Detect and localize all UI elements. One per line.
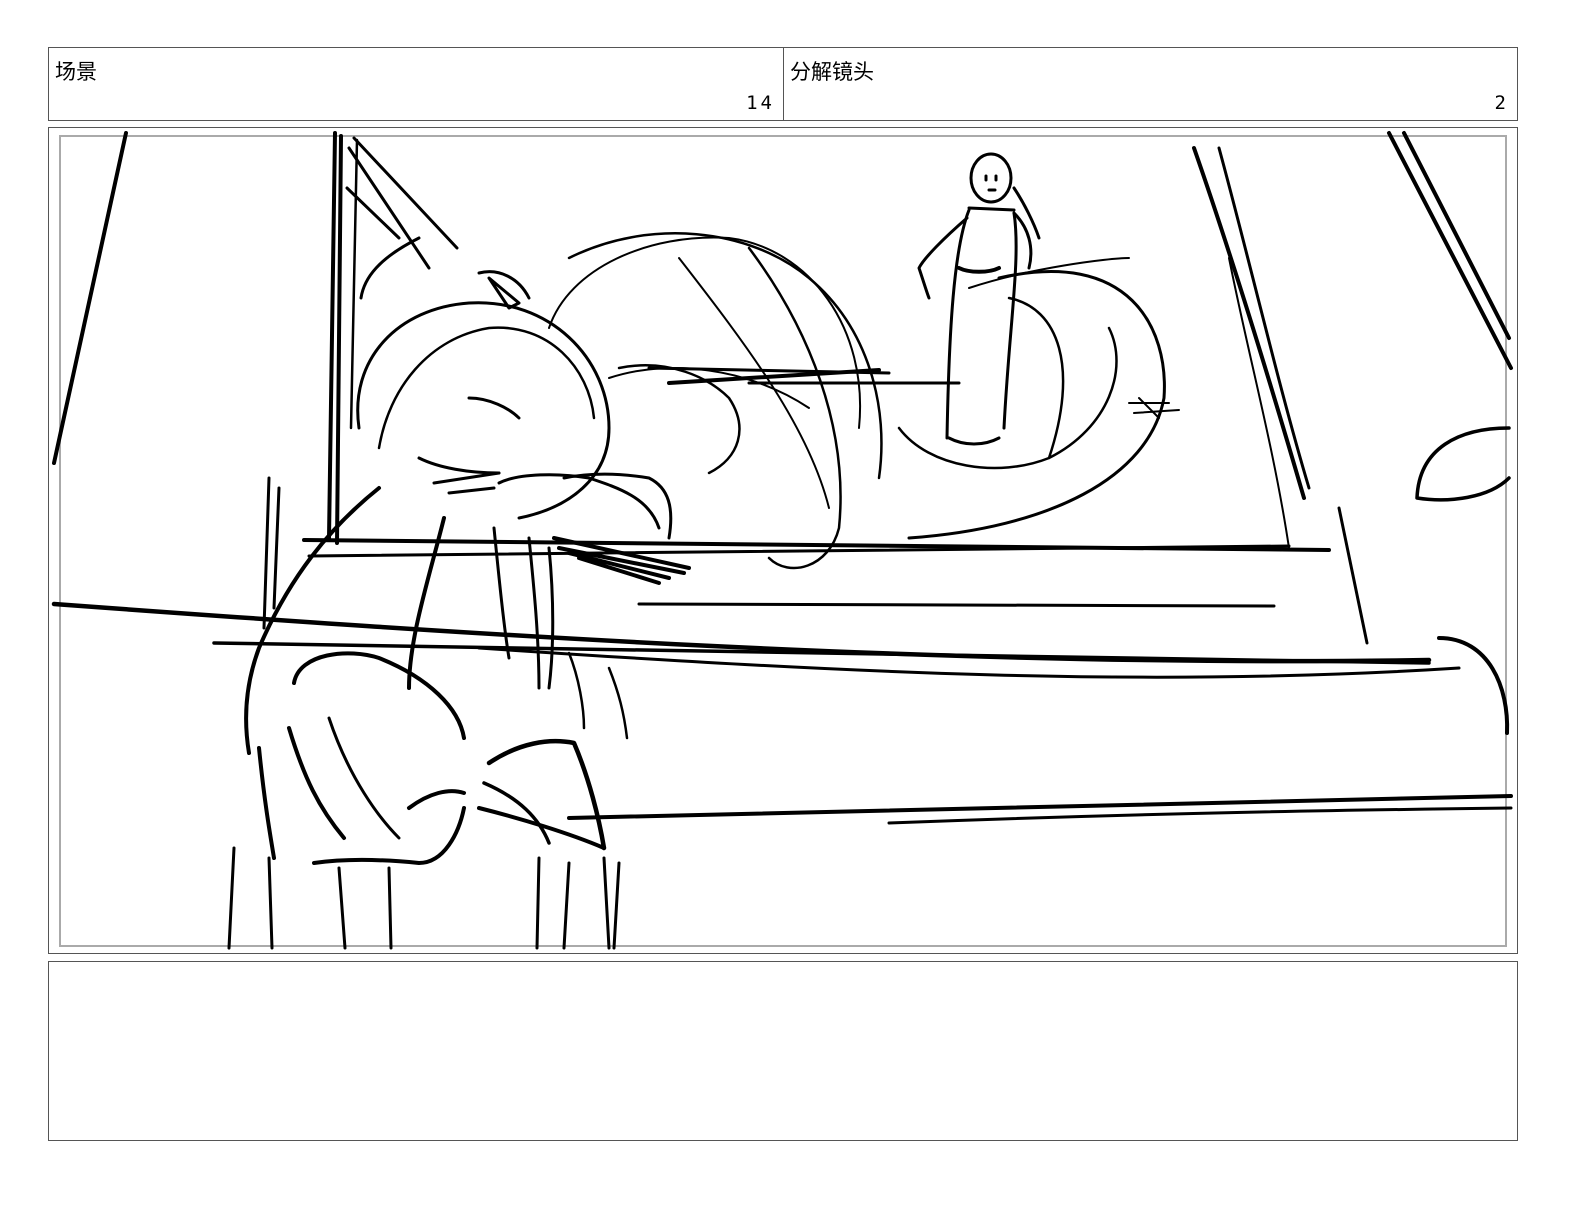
sketch-stroke-fg-arm-drape [492,526,555,690]
sketch-stroke-head [356,301,611,520]
sketch-stroke-face-1 [417,456,501,475]
sketch-stroke-fg-fold [567,651,629,740]
sketch-stroke-hair-1 [377,326,596,450]
sketch-stroke-window-inner [349,138,359,430]
scene-number: 14 [746,92,775,114]
sketch-stroke-window-right-2 [1217,146,1311,490]
sketch-stroke-hair-4 [608,367,810,409]
sketch-stroke-curtain [359,236,421,300]
scene-cell: 场景 14 [49,48,784,120]
storyboard-header: 场景 14 分解镜头 2 [48,47,1518,121]
sketch-stroke-arm [497,473,661,530]
sketch-figure-hands [957,266,1001,274]
shot-label: 分解镜头 [790,60,874,84]
sketch-figure-face [984,174,998,192]
sketch-figure-head [969,152,1013,204]
sketch-stroke-table-corner [1437,636,1510,735]
sketch-stroke-lamp [1415,426,1511,502]
sketch-drawing [51,131,1513,950]
sketch-stroke-table-2 [212,641,1431,665]
sketch-stroke-hair-flip [477,270,531,300]
shot-cell: 分解镜头 2 [784,48,1517,120]
sketch-stroke-hair-3 [548,236,862,429]
sketch-stroke-left-wall [52,131,128,465]
sketch-figure-collar [967,206,1016,212]
sketch-stroke-fg-body [257,726,346,860]
sketch-stroke-window-left [327,131,343,545]
sketch-stroke-fg-collar [407,789,466,810]
sketch-stroke-fg-chair [262,476,281,630]
shot-number: 2 [1494,92,1509,114]
sketch-figure-arm-left [917,216,969,300]
sketch-stroke-eye [467,396,521,420]
sketch-figure-feet [947,436,1001,446]
sketch-stroke-sill-3 [637,602,1276,608]
sketch-stroke-fg-shirt [312,806,466,865]
sketch-stroke-fg-head [292,651,466,740]
notes-box [48,961,1518,1141]
sketch-stroke-sill-2 [307,544,1291,558]
storyboard-panel [48,127,1518,954]
scene-label: 场景 [55,60,97,84]
sketch-stroke-hand [562,472,673,540]
sketch-stroke-pillow-2 [897,326,1118,470]
sketch-stroke-fg-detail [327,716,401,840]
sketch-stroke-fg-hair-2 [407,516,446,690]
sketch-stroke-right-wall [1387,131,1513,370]
sketch-stroke-table-right-leg [1337,506,1369,645]
sketch-figure-body [945,208,1018,440]
sketch-stroke-window-right-1 [1192,146,1306,500]
sketch-stroke-pillow-3 [1007,296,1065,460]
sketch-stroke-table-front [567,794,1513,820]
sketch-stroke-sparkle [1128,397,1180,419]
sketch-stroke-face-2 [432,471,501,495]
